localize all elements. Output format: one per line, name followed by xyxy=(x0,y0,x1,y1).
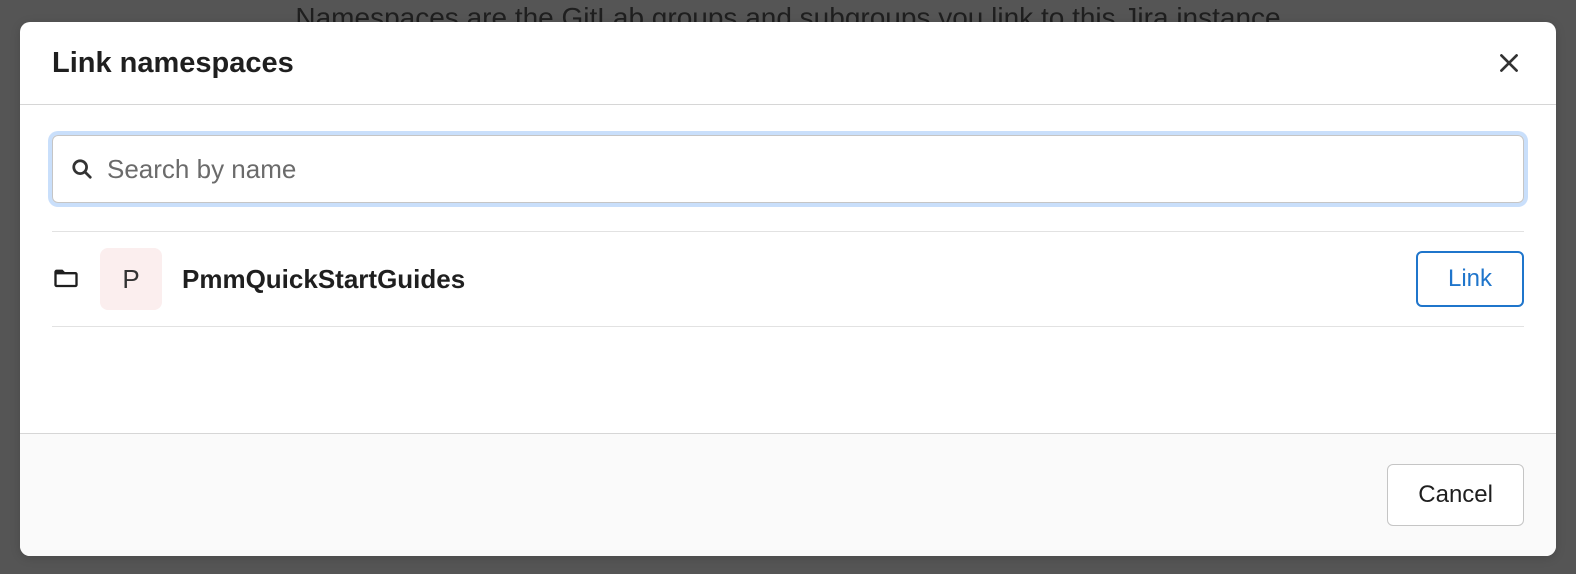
cancel-button[interactable]: Cancel xyxy=(1387,464,1524,526)
modal-title: Link namespaces xyxy=(52,47,294,80)
namespace-name: PmmQuickStartGuides xyxy=(182,264,1396,295)
folder-icon xyxy=(52,265,80,293)
link-button[interactable]: Link xyxy=(1416,251,1524,307)
modal-footer: Cancel xyxy=(20,433,1556,556)
modal-header: Link namespaces xyxy=(20,22,1556,105)
close-icon xyxy=(1496,50,1522,76)
search-field-wrapper[interactable] xyxy=(52,135,1524,203)
avatar: P xyxy=(100,248,162,310)
namespace-list: P PmmQuickStartGuides Link xyxy=(52,231,1524,327)
close-button[interactable] xyxy=(1492,46,1526,80)
search-icon xyxy=(71,158,93,180)
modal-body: P PmmQuickStartGuides Link xyxy=(20,105,1556,433)
search-input[interactable] xyxy=(107,154,1505,185)
list-item: P PmmQuickStartGuides Link xyxy=(52,232,1524,326)
link-namespaces-modal: Link namespaces P PmmQuickStartGuides xyxy=(20,22,1556,556)
divider xyxy=(52,326,1524,327)
